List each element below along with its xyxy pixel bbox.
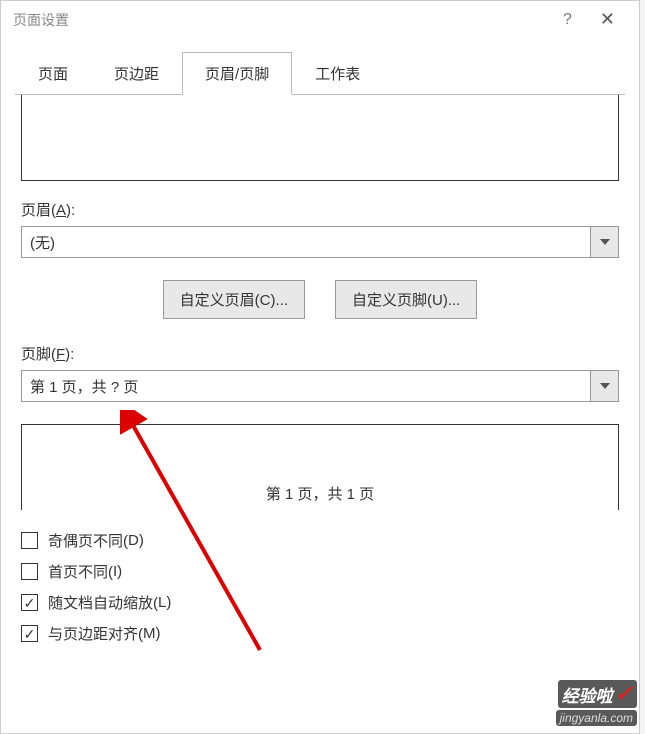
watermark-url: jingyanla.com: [556, 710, 637, 726]
footer-label: 页脚(F):: [21, 343, 619, 364]
watermark-title: 经验啦✓: [558, 680, 637, 708]
checkbox-scale[interactable]: 随文档自动缩放(L): [21, 592, 619, 613]
content: 页眉(A): (无) 自定义页眉(C)... 自定义页脚(U)... 页脚(F)…: [1, 95, 639, 644]
footer-preview: 第 1 页，共 1 页: [21, 424, 619, 510]
header-label: 页眉(A):: [21, 199, 619, 220]
watermark: 经验啦✓ jingyanla.com: [556, 680, 637, 726]
header-combo[interactable]: (无): [21, 226, 619, 258]
checkbox-odd-even[interactable]: 奇偶页不同(D): [21, 530, 619, 551]
check-icon: ✓: [615, 681, 633, 707]
titlebar: 页面设置 ? ✕: [1, 1, 639, 38]
footer-combo-value: 第 1 页，共 ? 页: [22, 371, 590, 401]
chevron-down-icon: [600, 239, 610, 245]
custom-buttons: 自定义页眉(C)... 自定义页脚(U)...: [21, 280, 619, 319]
chevron-down-icon: [600, 383, 610, 389]
tab-margins[interactable]: 页边距: [91, 52, 182, 95]
help-button[interactable]: ?: [547, 11, 588, 29]
checkbox-group: 奇偶页不同(D) 首页不同(I) 随文档自动缩放(L) 与页边距对齐(M): [21, 530, 619, 644]
checkbox-icon: [21, 625, 38, 642]
tabs: 页面 页边距 页眉/页脚 工作表: [1, 38, 639, 95]
checkbox-icon: [21, 594, 38, 611]
footer-combo[interactable]: 第 1 页，共 ? 页: [21, 370, 619, 402]
header-preview: [21, 95, 619, 181]
checkbox-first-page[interactable]: 首页不同(I): [21, 561, 619, 582]
footer-combo-dropdown[interactable]: [590, 371, 618, 401]
footer-preview-text: 第 1 页，共 1 页: [266, 483, 374, 504]
tab-worksheet[interactable]: 工作表: [292, 52, 383, 95]
checkbox-icon: [21, 563, 38, 580]
dialog-title: 页面设置: [13, 10, 547, 30]
checkbox-align-margin[interactable]: 与页边距对齐(M): [21, 623, 619, 644]
close-button[interactable]: ✕: [588, 9, 627, 30]
custom-footer-button[interactable]: 自定义页脚(U)...: [335, 280, 477, 319]
checkbox-icon: [21, 532, 38, 549]
tab-header-footer[interactable]: 页眉/页脚: [182, 52, 292, 95]
header-combo-value: (无): [22, 227, 590, 257]
header-combo-dropdown[interactable]: [590, 227, 618, 257]
tab-page[interactable]: 页面: [15, 52, 91, 95]
custom-header-button[interactable]: 自定义页眉(C)...: [163, 280, 305, 319]
page-setup-dialog: 页面设置 ? ✕ 页面 页边距 页眉/页脚 工作表 页眉(A): (无) 自定义…: [0, 0, 640, 734]
